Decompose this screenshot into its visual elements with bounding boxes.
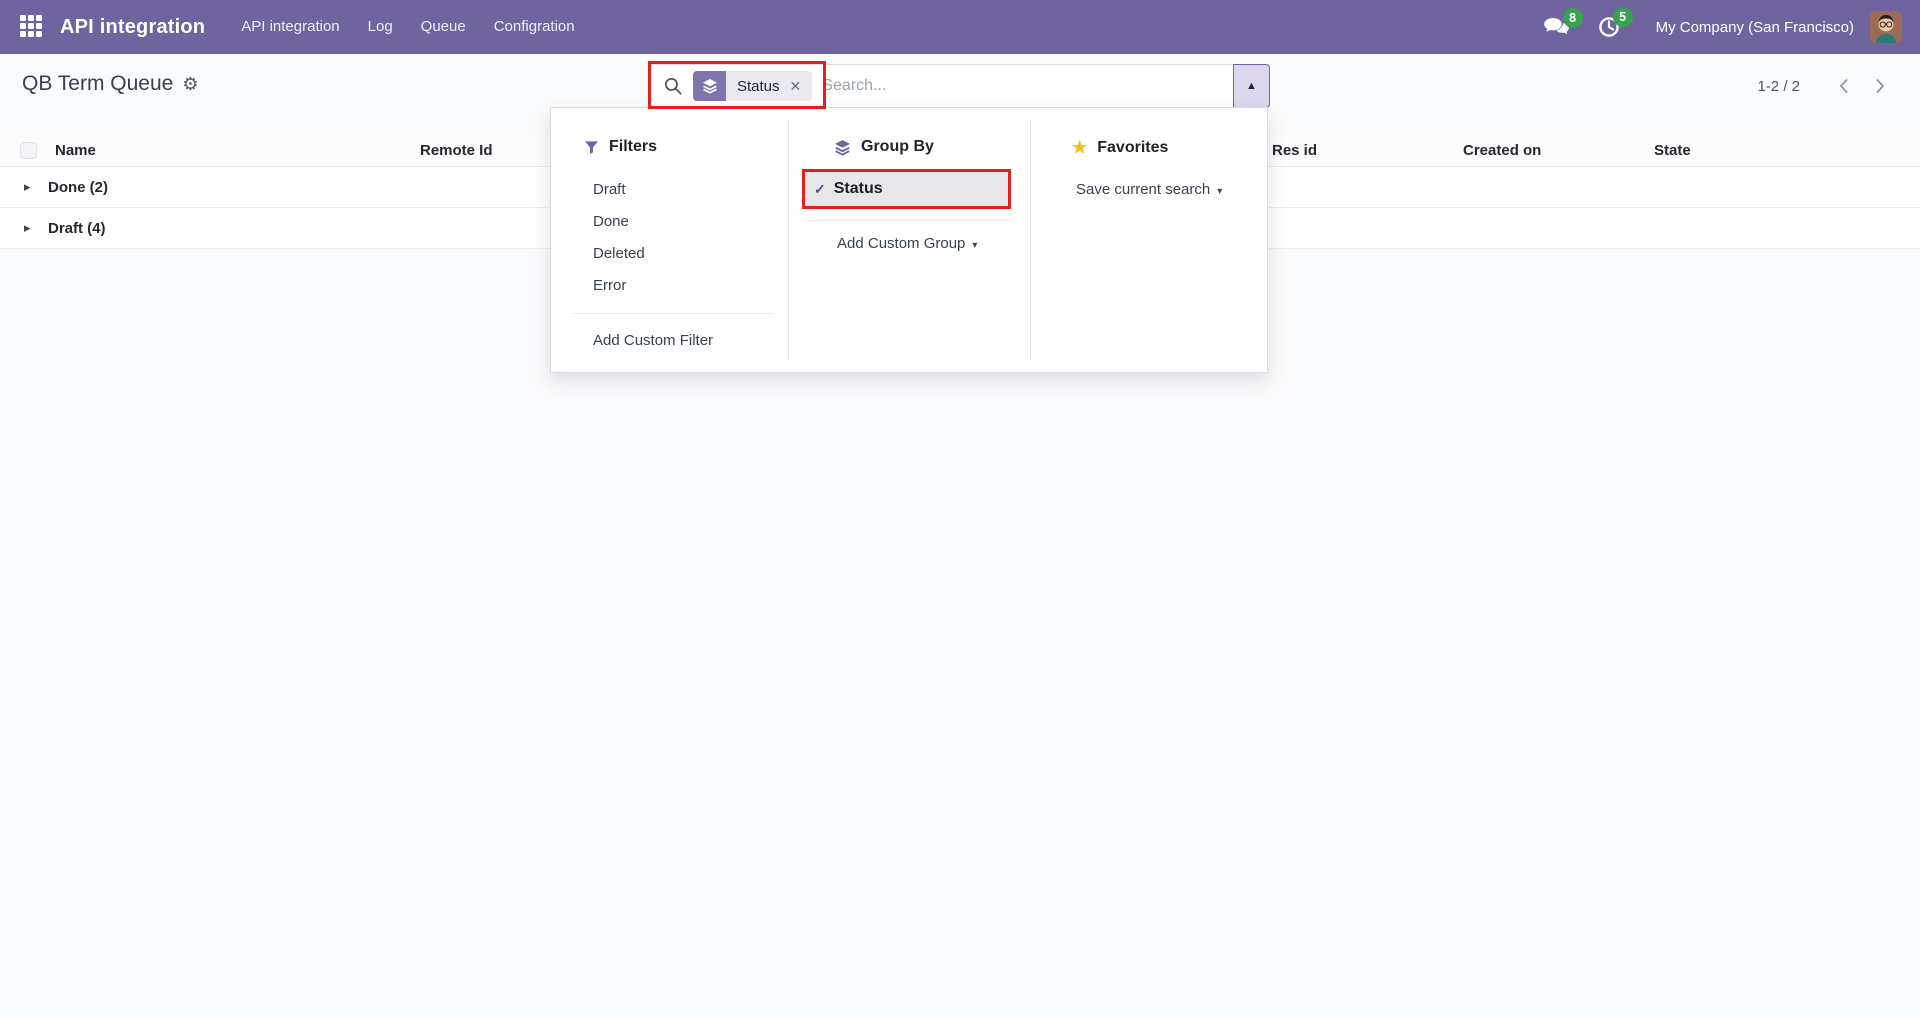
search-bar[interactable]: Status ✕ ▲ [650, 64, 1270, 108]
expand-caret-icon[interactable]: ▸ [24, 179, 31, 195]
app-window: API integration API integration Log Queu… [0, 0, 1920, 1017]
group-row-label: Done (2) [48, 179, 108, 196]
apps-grid-icon[interactable] [20, 15, 44, 39]
column-divider [1030, 120, 1031, 360]
top-navbar: API integration API integration Log Queu… [0, 0, 1920, 54]
page-title: QB Term Queue [22, 72, 173, 96]
favorites-section-header: ★ Favorites [1072, 138, 1168, 158]
caret-up-icon: ▲ [1246, 80, 1257, 92]
filter-funnel-icon [584, 140, 599, 155]
company-switcher[interactable]: My Company (San Francisco) [1656, 19, 1854, 36]
navbar-menu: API integration Log Queue Configration [227, 0, 588, 54]
app-brand[interactable]: API integration [60, 16, 205, 39]
menu-configration[interactable]: Configration [480, 0, 589, 54]
menu-queue[interactable]: Queue [407, 0, 480, 54]
column-header-state[interactable]: State [1654, 134, 1691, 167]
filter-item-done[interactable]: Done [593, 213, 629, 230]
groupby-layers-icon [834, 139, 851, 156]
groupby-section-header: Group By [834, 138, 934, 156]
column-divider [788, 120, 789, 360]
search-options-dropdown: Filters Draft Done Deleted Error Add Cus… [550, 107, 1268, 373]
save-current-search[interactable]: Save current search▾ [1076, 181, 1222, 198]
groupby-divider [802, 220, 1011, 221]
add-custom-filter[interactable]: Add Custom Filter [593, 332, 713, 349]
menu-api-integration[interactable]: API integration [227, 0, 353, 54]
column-header-remote-id[interactable]: Remote Id [420, 134, 493, 167]
search-dropdown-toggle[interactable]: ▲ [1233, 64, 1270, 108]
pager-range: 1-2 / 2 [1757, 78, 1800, 95]
search-input[interactable] [822, 77, 1269, 95]
menu-log[interactable]: Log [354, 0, 407, 54]
search-icon [664, 77, 682, 95]
group-row-label: Draft (4) [48, 220, 106, 237]
filter-item-draft[interactable]: Draft [593, 181, 626, 198]
facet-label: Status [726, 78, 790, 95]
column-header-res-id[interactable]: Res id [1272, 134, 1317, 167]
activities-count-badge: 5 [1613, 7, 1633, 27]
column-header-name[interactable]: Name [55, 134, 96, 167]
pager-next-button[interactable] [1862, 76, 1898, 96]
gear-icon[interactable]: ⚙ [182, 75, 198, 93]
groupby-layers-icon [693, 71, 726, 101]
facet-close-icon[interactable]: ✕ [790, 78, 813, 95]
chevron-right-icon [1874, 76, 1886, 96]
filters-divider [573, 313, 773, 314]
filter-item-deleted[interactable]: Deleted [593, 245, 645, 262]
pager: 1-2 / 2 [1757, 64, 1898, 108]
caret-down-icon: ▾ [972, 240, 977, 251]
search-facet-status[interactable]: Status ✕ [693, 71, 812, 101]
column-header-created-on[interactable]: Created on [1463, 134, 1541, 167]
favorites-star-icon: ★ [1072, 138, 1087, 158]
messages-button[interactable]: 8 [1543, 17, 1570, 38]
navbar-systray: 8 5 My Company (San Francisco) [1543, 11, 1920, 43]
filters-section-header: Filters [584, 138, 657, 156]
caret-down-icon: ▾ [1217, 186, 1222, 197]
activities-button[interactable]: 5 [1598, 16, 1620, 38]
filter-item-error[interactable]: Error [593, 277, 626, 294]
add-custom-group[interactable]: Add Custom Group▾ [837, 235, 977, 252]
chevron-left-icon [1838, 76, 1850, 96]
select-all-checkbox[interactable] [20, 142, 37, 159]
messages-count-badge: 8 [1563, 8, 1583, 28]
checkmark-icon: ✓ [814, 181, 826, 198]
pager-previous-button[interactable] [1826, 76, 1862, 96]
avatar[interactable] [1870, 11, 1902, 43]
expand-caret-icon[interactable]: ▸ [24, 220, 31, 236]
groupby-item-status[interactable]: ✓ Status [802, 169, 1011, 209]
